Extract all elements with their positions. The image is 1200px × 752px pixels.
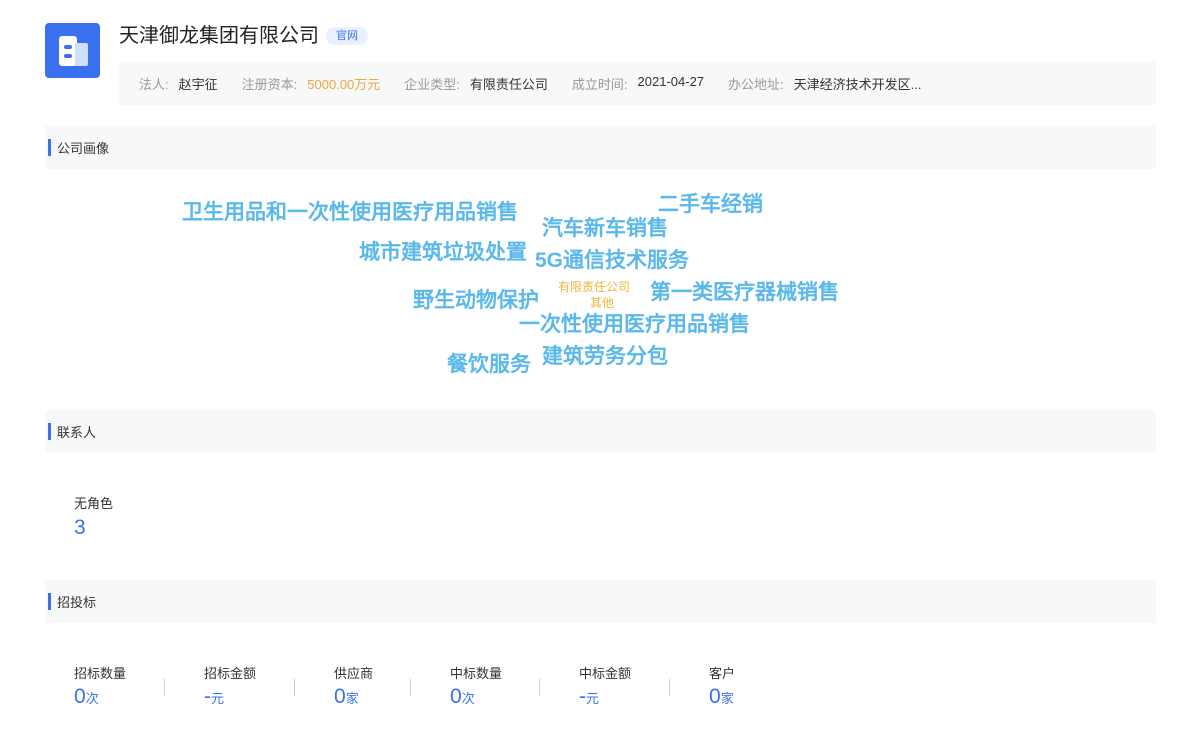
stat-award-amount[interactable]: 中标金额 -元: [579, 663, 669, 709]
company-name: 天津御龙集团有限公司: [119, 25, 319, 47]
divider: [294, 679, 295, 696]
info-legal-person: 法人: 赵宇征: [139, 77, 218, 92]
cloud-word[interactable]: 5G通信技术服务: [535, 250, 689, 271]
section-title: 联系人: [57, 425, 97, 440]
cloud-word[interactable]: 建筑劳务分包: [542, 346, 668, 367]
divider: [539, 679, 540, 696]
company-title: 天津御龙集团有限公司 官网: [119, 19, 368, 48]
divider: [410, 679, 411, 696]
bidding-stats: 招标数量 0次 招标金额 -元 供应商 0家 中标数量 0次 中标金额 -元 客…: [74, 663, 769, 709]
cloud-word[interactable]: 城市建筑垃圾处置: [359, 242, 527, 263]
stat-suppliers[interactable]: 供应商 0家: [334, 663, 410, 709]
section-contacts: 联系人: [45, 410, 1156, 453]
section-bidding: 招投标: [45, 580, 1156, 623]
official-site-badge[interactable]: 官网: [326, 27, 368, 45]
contact-role-count[interactable]: 3: [74, 516, 113, 540]
contact-role-block: 无角色 3: [74, 493, 113, 540]
divider: [669, 679, 670, 696]
info-office-address: 办公地址: 天津经济技术开发区...: [728, 77, 922, 92]
info-company-type: 企业类型: 有限责任公司: [404, 77, 548, 92]
cloud-word[interactable]: 卫生用品和一次性使用医疗用品销售: [182, 202, 518, 223]
stat-customers[interactable]: 客户 0家: [709, 663, 769, 709]
building-logo-icon: [45, 23, 100, 78]
cloud-word[interactable]: 有限责任公司: [558, 281, 630, 293]
stat-award-count[interactable]: 中标数量 0次: [450, 663, 539, 709]
section-title: 招投标: [57, 595, 97, 610]
section-company-portrait: 公司画像: [45, 126, 1156, 169]
divider: [164, 679, 165, 696]
stat-tender-amount[interactable]: 招标金额 -元: [204, 663, 294, 709]
info-established-date: 成立时间: 2021-04-27: [571, 74, 705, 92]
cloud-word[interactable]: 二手车经销: [658, 194, 763, 215]
cloud-word[interactable]: 第一类医疗器械销售: [650, 282, 839, 303]
info-registered-capital: 注册资本: 5000.00万元: [241, 77, 381, 92]
cloud-word[interactable]: 一次性使用医疗用品销售: [519, 314, 750, 335]
section-title: 公司画像: [57, 141, 110, 156]
cloud-word[interactable]: 野生动物保护: [413, 290, 539, 311]
company-info-bar: 法人: 赵宇征 注册资本: 5000.00万元 企业类型: 有限责任公司 成立时…: [119, 62, 1156, 105]
contact-role-label: 无角色: [74, 496, 114, 511]
cloud-word[interactable]: 其他: [590, 297, 614, 309]
cloud-word[interactable]: 餐饮服务: [447, 354, 531, 375]
cloud-word[interactable]: 汽车新车销售: [542, 218, 668, 239]
stat-tender-count[interactable]: 招标数量 0次: [74, 663, 164, 709]
